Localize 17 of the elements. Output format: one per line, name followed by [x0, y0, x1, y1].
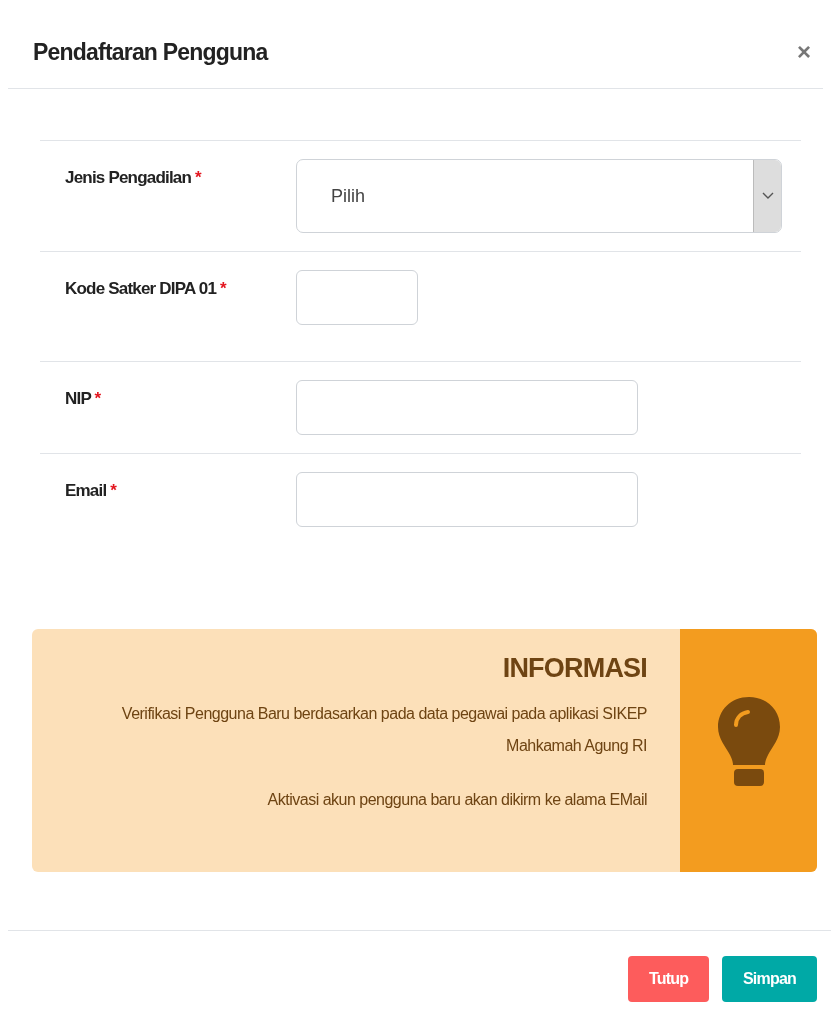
close-button[interactable]: Tutup: [628, 956, 709, 1002]
field-label: Email *: [65, 480, 118, 502]
caret-icon: [761, 192, 774, 200]
select-field[interactable]: Pilih: [296, 159, 782, 233]
input-field[interactable]: [296, 270, 418, 325]
field-label: NIP *: [65, 388, 102, 410]
info-text: Aktivasi akun pengguna baru akan dikirm ke alama EMail: [266, 790, 647, 810]
input-field[interactable]: [296, 380, 638, 435]
save-button[interactable]: Simpan: [722, 956, 817, 1002]
info-title: INFORMASI: [501, 653, 647, 684]
info-text: Verifikasi Pengguna Baru berdasarkan pada data pegawai pada aplikasi SIKEP Mahkamah Agung RI: [120, 704, 647, 756]
close-button[interactable]: ×: [797, 38, 811, 66]
field-label: Kode Satker DIPA 01 *: [65, 278, 228, 300]
lightbulb-icon: [715, 694, 782, 787]
modal-title: Pendaftaran Pengguna: [33, 38, 268, 66]
input-field[interactable]: [296, 472, 638, 527]
field-label: Jenis Pengadilan *: [65, 167, 203, 189]
